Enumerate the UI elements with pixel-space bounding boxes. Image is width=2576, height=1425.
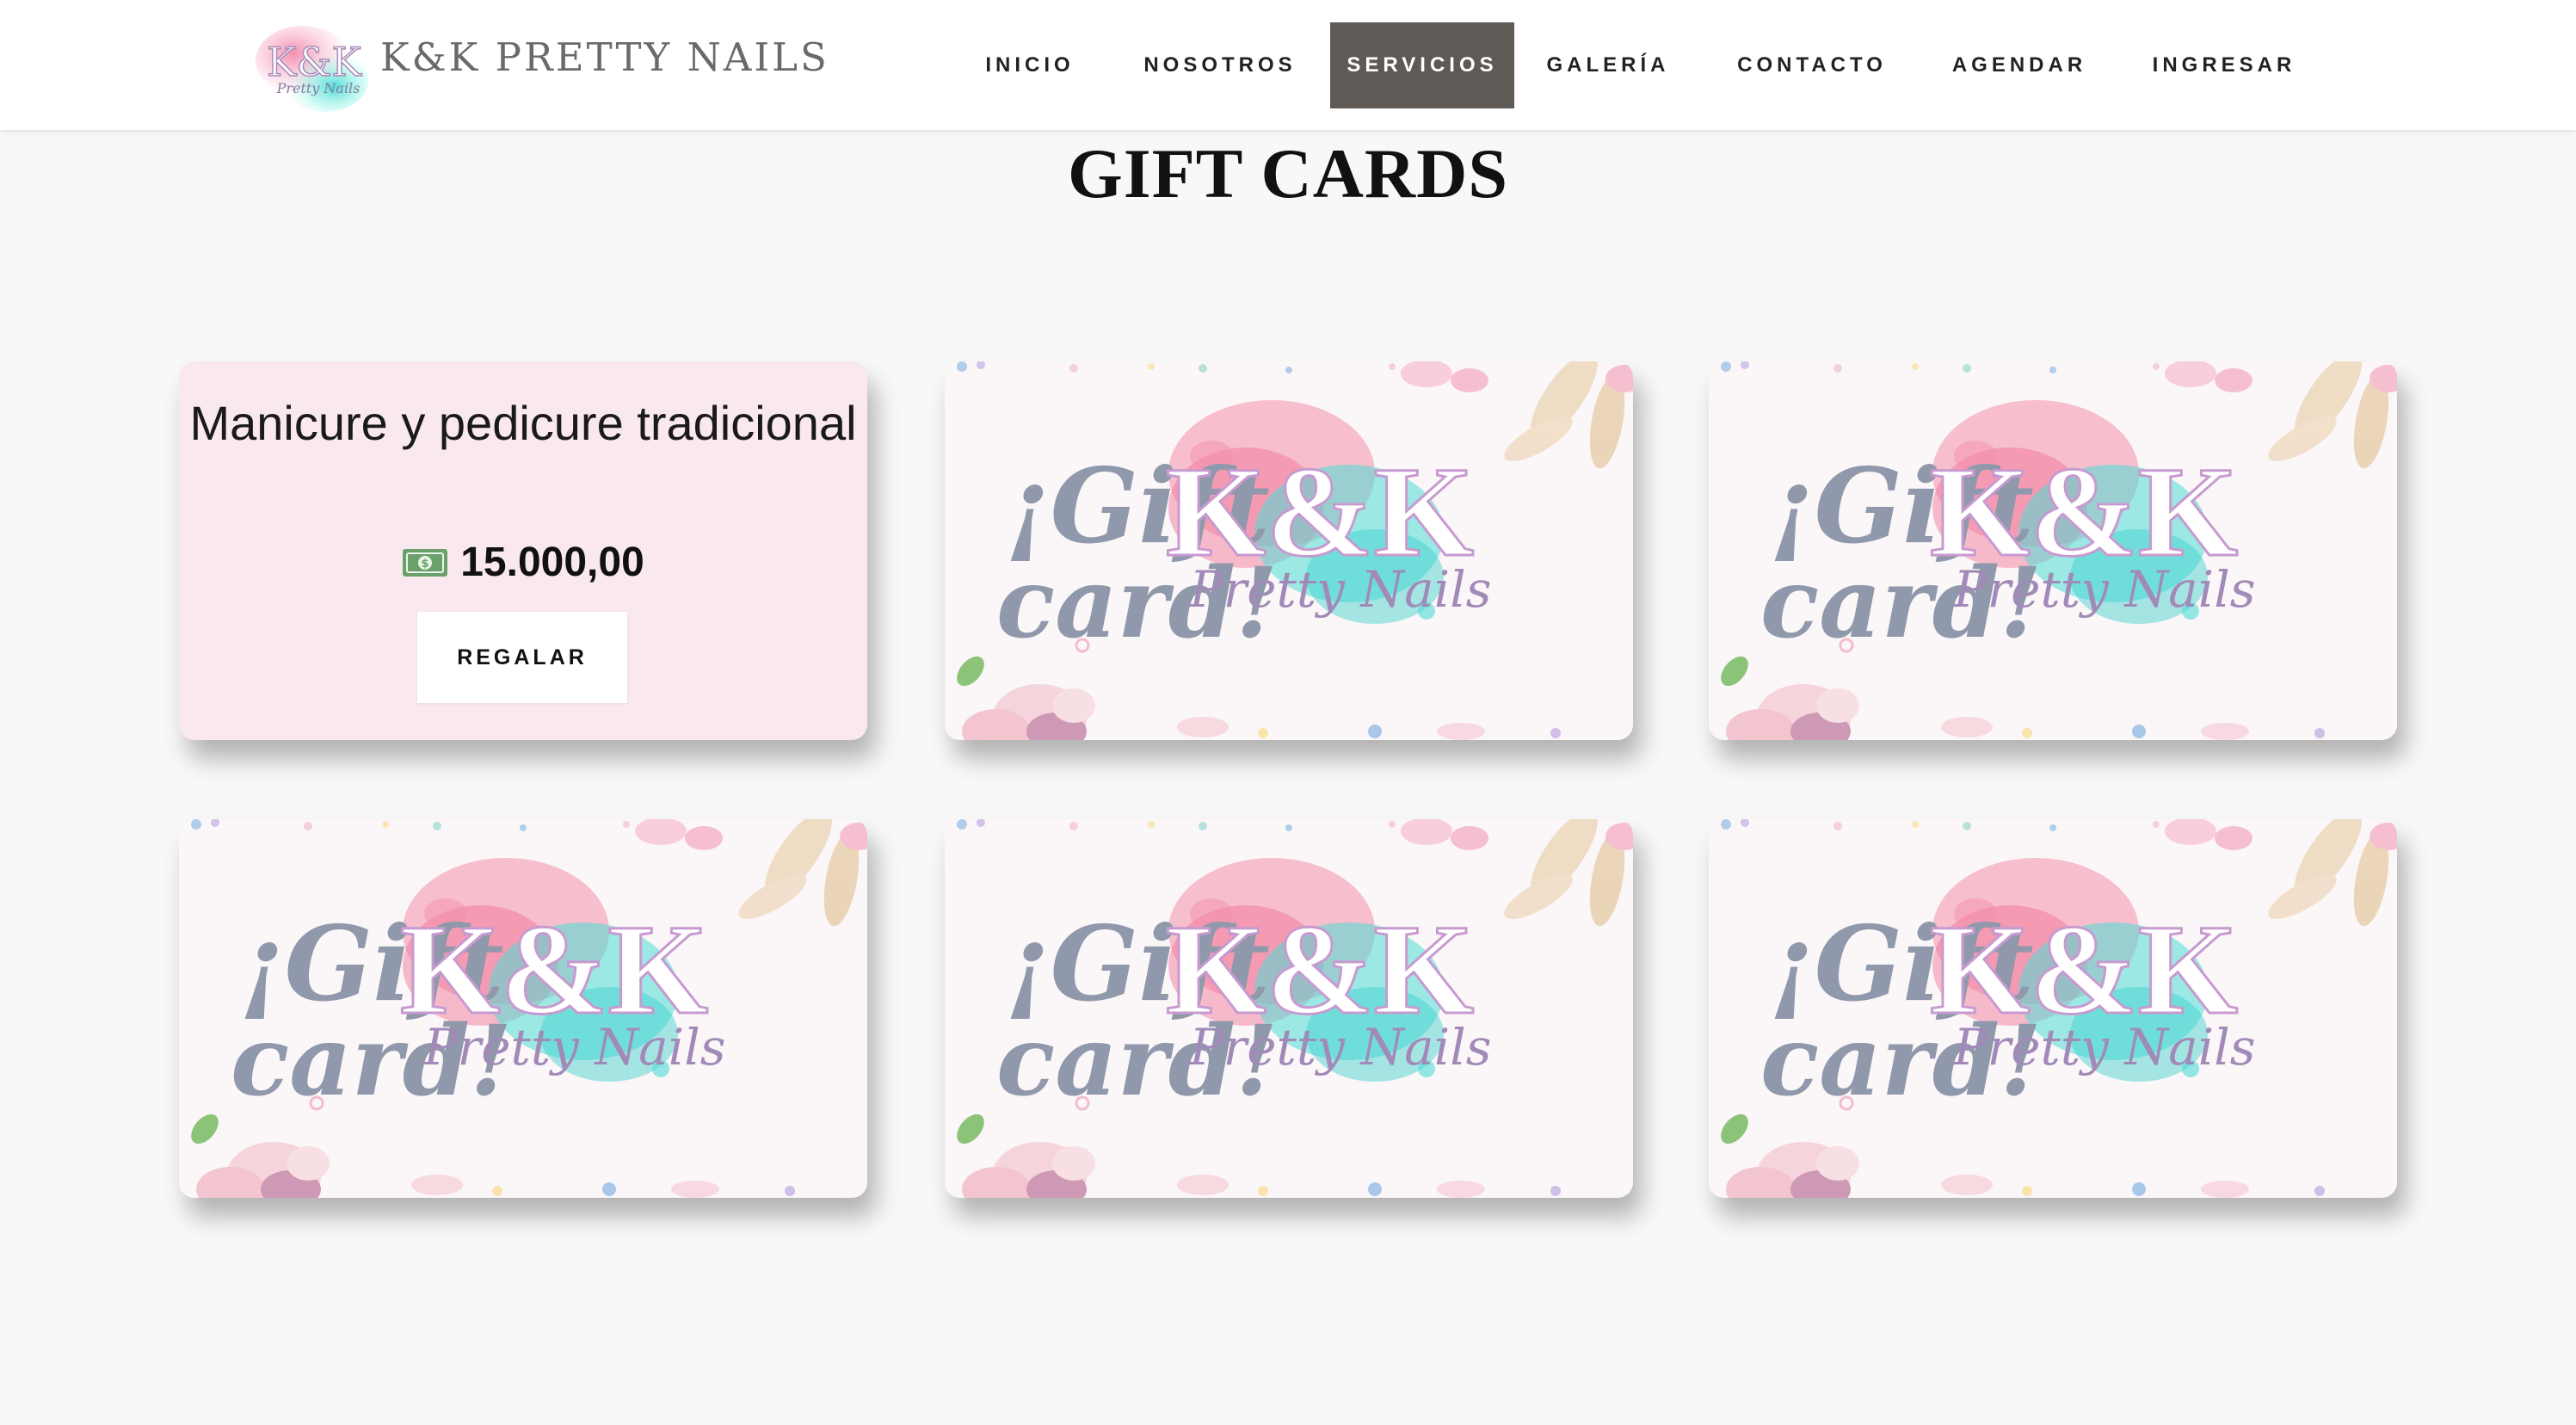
- nav-contacto[interactable]: CONTACTO: [1726, 22, 1898, 108]
- nav-servicios[interactable]: SERVICIOS: [1330, 22, 1514, 108]
- gift-card-graphic: ¡Gift card! K&K Pretty Nails: [179, 819, 867, 1198]
- gift-card-image[interactable]: ¡Gift card! K&K Pretty Nails: [945, 819, 1633, 1198]
- money-bill-icon: $: [403, 548, 448, 577]
- gift-card-image[interactable]: ¡Gift card! K&K Pretty Nails: [1709, 819, 2397, 1198]
- logo-icon[interactable]: K&K Pretty Nails: [250, 19, 379, 115]
- nav-galeria[interactable]: GALERÍA: [1542, 22, 1674, 108]
- nav-nosotros[interactable]: NOSOTROS: [1134, 22, 1306, 108]
- product-name: Manicure y pedicure tradicional: [189, 396, 857, 450]
- gift-card-logo-script: Pretty Nails: [1188, 1018, 1491, 1076]
- gift-card-graphic: ¡Gift card! K&K Pretty Nails: [1709, 819, 2397, 1198]
- page-title: GIFT CARDS: [1068, 134, 1508, 213]
- logo-script: Pretty Nails: [276, 80, 361, 96]
- gift-card-image[interactable]: ¡Gift card! K&K Pretty Nails: [945, 361, 1633, 740]
- gift-card-logo-script: Pretty Nails: [422, 1018, 725, 1076]
- regalar-button[interactable]: REGALAR: [417, 612, 627, 703]
- nav-inicio[interactable]: INICIO: [969, 22, 1091, 108]
- price-value: 15.000,00: [460, 540, 644, 585]
- gift-card-logo-script: Pretty Nails: [1952, 560, 2255, 619]
- gift-card-image[interactable]: ¡Gift card! K&K Pretty Nails: [1709, 361, 2397, 740]
- nav-ingresar[interactable]: INGRESAR: [2146, 22, 2302, 108]
- site-header: K&K Pretty Nails K&K PRETTY NAILS INICIO…: [0, 0, 2576, 130]
- gift-card-graphic: ¡Gift card! K&K Pretty Nails: [945, 361, 1633, 740]
- gift-card-logo-script: Pretty Nails: [1188, 560, 1491, 619]
- nav-agendar[interactable]: AGENDAR: [1946, 22, 2092, 108]
- logo-letters: K&K: [267, 39, 362, 85]
- product-card: Manicure y pedicure tradicional $ 15.000…: [179, 361, 867, 740]
- gift-card-image[interactable]: ¡Gift card! K&K Pretty Nails: [179, 819, 867, 1198]
- product-price: $ 15.000,00: [179, 539, 867, 586]
- gift-card-graphic: ¡Gift card! K&K Pretty Nails: [945, 819, 1633, 1198]
- gift-card-graphic: ¡Gift card! K&K Pretty Nails: [1709, 361, 2397, 740]
- gift-card-logo-script: Pretty Nails: [1952, 1018, 2255, 1076]
- svg-text:$: $: [422, 558, 429, 571]
- brand-name[interactable]: K&K PRETTY NAILS: [380, 34, 829, 80]
